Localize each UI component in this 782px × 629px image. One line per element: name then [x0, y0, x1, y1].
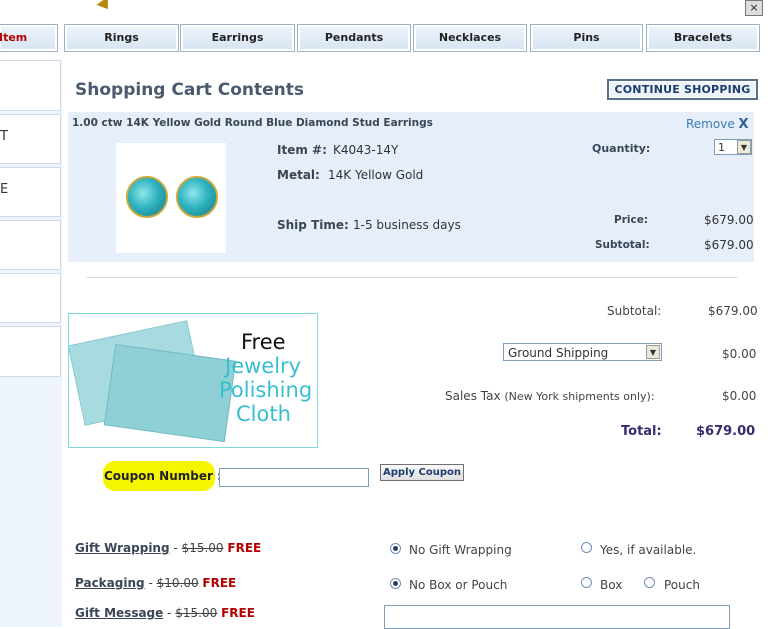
box-label: Box: [600, 578, 623, 592]
tab-bracelets[interactable]: Bracelets: [646, 24, 760, 52]
no-box-radio[interactable]: [390, 578, 401, 589]
sales-tax-label: Sales Tax (New York shipments only):: [445, 389, 655, 403]
sales-tax-value: $0.00: [722, 389, 757, 403]
sidebar-item[interactable]: T: [0, 114, 61, 164]
continue-shopping-button[interactable]: CONTINUE SHOPPING: [607, 79, 758, 100]
quantity-value: 1: [718, 141, 725, 154]
gift-message-textarea[interactable]: [384, 605, 730, 629]
sidebar: T E: [0, 60, 62, 627]
tab-pins[interactable]: Pins: [530, 24, 643, 52]
gift-message-link[interactable]: Gift Message: [75, 606, 163, 620]
apply-coupon-button[interactable]: Apply Coupon: [380, 464, 464, 481]
tab-rings[interactable]: Rings: [64, 24, 179, 52]
gift-message-row: Gift Message - $15.00 FREE: [75, 606, 255, 620]
no-box-label: No Box or Pouch: [409, 578, 508, 592]
item-subtotal-value: $679.00: [704, 238, 754, 252]
ship-time-label: Ship Time:: [277, 218, 349, 232]
pouch-radio[interactable]: [644, 577, 655, 588]
sidebar-item[interactable]: [0, 220, 61, 270]
dropdown-arrow-icon[interactable]: ▼: [737, 140, 751, 154]
yes-gift-wrapping-label: Yes, if available.: [600, 543, 697, 557]
sidebar-item[interactable]: [0, 60, 61, 111]
price-value: $679.00: [704, 213, 754, 227]
gift-wrapping-free: FREE: [227, 541, 262, 555]
divider: [86, 277, 738, 278]
box-radio[interactable]: [581, 577, 592, 588]
promo-free-text: Free: [241, 330, 286, 354]
price-label: Price:: [614, 214, 649, 226]
packaging-free: FREE: [202, 576, 237, 590]
item-number: K4043-14Y: [333, 143, 399, 157]
subtotal-value: $679.00: [708, 304, 758, 318]
total-value: $679.00: [696, 424, 756, 439]
separator: -: [173, 541, 182, 555]
sidebar-item-label: T: [0, 129, 8, 144]
sidebar-item[interactable]: [0, 273, 61, 323]
yes-gift-wrapping-radio[interactable]: [581, 542, 592, 553]
tab-pendants[interactable]: Pendants: [297, 24, 411, 52]
metal-label: Metal:: [277, 168, 320, 182]
gift-message-free: FREE: [221, 606, 255, 620]
close-icon[interactable]: ×: [745, 0, 763, 16]
item-subtotal-label: Subtotal:: [595, 239, 650, 251]
remove-link[interactable]: Remove X: [686, 117, 749, 132]
gift-wrapping-row: Gift Wrapping - $15.00 FREE: [75, 541, 261, 555]
shipping-cost: $0.00: [722, 347, 757, 361]
quantity-select[interactable]: 1 ▼: [714, 139, 752, 155]
earring-stud-right: [176, 176, 218, 218]
earring-stud-left: [126, 176, 168, 218]
promo-text-line: Polishing: [219, 378, 313, 402]
item-number-label: Item #:: [277, 143, 327, 157]
ship-time-value: 1-5 business days: [353, 218, 461, 232]
arrow-icon: [96, 0, 114, 14]
quantity-label: Quantity:: [592, 142, 651, 155]
pouch-label: Pouch: [664, 578, 700, 592]
total-label: Total:: [621, 424, 662, 439]
shipping-method-value: Ground Shipping: [508, 346, 609, 360]
coupon-input[interactable]: [219, 468, 369, 487]
separator: -: [148, 576, 157, 590]
dropdown-arrow-icon[interactable]: ▼: [646, 345, 660, 359]
tab-item[interactable]: Item: [0, 24, 58, 52]
no-gift-wrapping-radio[interactable]: [390, 543, 401, 554]
subtotal-label: Subtotal:: [607, 304, 662, 318]
coupon-label: Coupon Number :: [104, 469, 222, 483]
gift-wrapping-link[interactable]: Gift Wrapping: [75, 541, 170, 555]
remove-label: Remove: [686, 117, 735, 131]
remove-x-icon: X: [738, 117, 749, 132]
polishing-cloth-image: [103, 343, 237, 443]
promo-text-line: Cloth: [236, 402, 291, 426]
sidebar-item[interactable]: [0, 326, 61, 377]
promo-banner[interactable]: Free Jewelry Polishing Cloth: [68, 313, 318, 448]
sidebar-item[interactable]: E: [0, 167, 61, 217]
no-gift-wrapping-label: No Gift Wrapping: [409, 543, 512, 557]
tab-earrings[interactable]: Earrings: [180, 24, 295, 52]
tab-necklaces[interactable]: Necklaces: [413, 24, 527, 52]
gift-wrapping-old-price: $15.00: [181, 541, 224, 555]
packaging-old-price: $10.00: [156, 576, 199, 590]
promo-text-line: Jewelry: [225, 354, 302, 378]
gift-message-old-price: $15.00: [175, 606, 218, 620]
packaging-link[interactable]: Packaging: [75, 576, 145, 590]
shipping-method-select[interactable]: Ground Shipping ▼: [503, 343, 662, 361]
product-image[interactable]: [116, 143, 226, 253]
category-nav: Item Rings Earrings Pendants Necklaces P…: [0, 24, 782, 54]
sales-tax-note: (New York shipments only):: [504, 390, 655, 403]
sales-tax-title: Sales Tax: [445, 389, 501, 403]
packaging-row: Packaging - $10.00 FREE: [75, 576, 236, 590]
page-title: Shopping Cart Contents: [75, 80, 305, 100]
metal-value: 14K Yellow Gold: [328, 168, 424, 182]
sidebar-item-label: E: [0, 182, 9, 197]
item-name: 1.00 ctw 14K Yellow Gold Round Blue Diam…: [72, 117, 433, 129]
